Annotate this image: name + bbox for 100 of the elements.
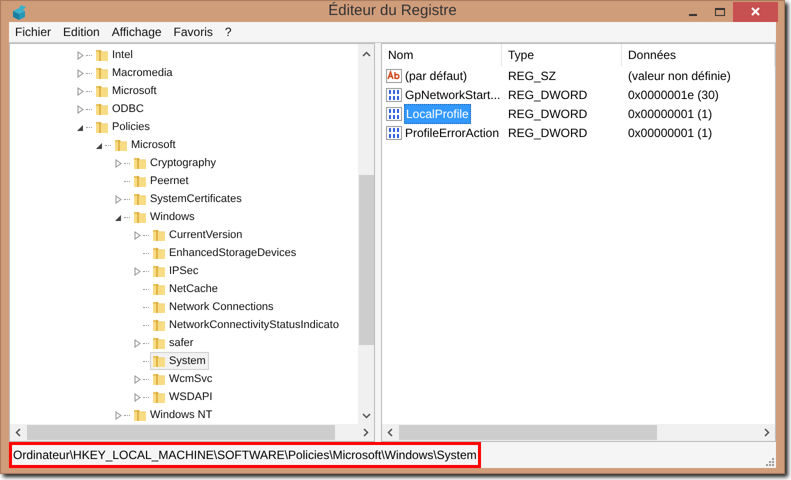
tree-label: SystemCertificates [150, 192, 242, 207]
tree-label: Windows [150, 210, 195, 225]
collapsed-arrow-icon[interactable] [76, 68, 85, 78]
folder-icon [151, 281, 167, 297]
value-data: 0x00000001 (1) [627, 106, 714, 122]
tree-label: EnhancedStorageDevices [169, 246, 296, 261]
tree-item[interactable]: NetCache [150, 280, 221, 298]
tree-label: Microsoft [131, 138, 176, 153]
horizontal-scrollbar[interactable] [10, 424, 374, 441]
collapsed-arrow-icon[interactable] [133, 392, 142, 402]
tree-item[interactable]: WcmSvc [150, 370, 216, 388]
menu-item[interactable]: Edition [59, 23, 104, 41]
tree-item[interactable]: System [150, 352, 209, 370]
tree-item[interactable]: EnhancedStorageDevices [150, 244, 300, 262]
scrollbar-thumb[interactable] [27, 425, 335, 440]
folder-icon [132, 407, 148, 423]
value-name[interactable]: GpNetworkStart... [404, 86, 502, 104]
horizontal-scrollbar[interactable] [382, 424, 775, 441]
tree-item[interactable]: CurrentVersion [150, 226, 246, 244]
tree-item[interactable]: NetworkConnectivityStatusIndicato [150, 316, 342, 334]
scrollbar-thumb[interactable] [358, 175, 374, 345]
tree-label: Windows NT [150, 408, 212, 423]
tree-item[interactable]: Windows NT [131, 406, 216, 424]
menu-item[interactable]: ? [220, 23, 236, 41]
collapsed-arrow-icon[interactable] [133, 338, 142, 348]
tree-item[interactable]: Policies [93, 118, 153, 136]
folder-icon [113, 137, 129, 153]
tree-item[interactable]: Windows [131, 208, 198, 226]
registry-app-icon [11, 2, 29, 20]
collapsed-arrow-icon[interactable] [133, 230, 142, 240]
tree-item[interactable]: SystemCertificates [131, 190, 245, 208]
tree-item[interactable]: Macromedia [93, 64, 176, 82]
value-data: 0x0000001e (30) [627, 86, 720, 104]
tree-label: System [169, 354, 206, 369]
folder-icon [94, 47, 110, 63]
menu-item[interactable]: Affichage [108, 23, 166, 41]
scroll-right-icon[interactable] [762, 428, 771, 437]
scrollbar-thumb[interactable] [399, 425, 657, 440]
folder-icon [94, 119, 110, 135]
folder-icon [151, 263, 167, 279]
collapsed-arrow-icon[interactable] [114, 410, 123, 420]
expanded-arrow-icon[interactable] [76, 122, 85, 132]
tree-item[interactable]: Cryptography [131, 154, 220, 172]
collapsed-arrow-icon[interactable] [133, 266, 142, 276]
tree-label: WcmSvc [169, 372, 212, 387]
folder-icon [151, 299, 167, 315]
menu-item[interactable]: Favoris [170, 23, 217, 41]
binary-value-icon [386, 86, 402, 102]
binary-value-icon [386, 124, 402, 140]
scroll-left-icon[interactable] [386, 428, 395, 437]
collapsed-arrow-icon[interactable] [76, 104, 85, 114]
column-header[interactable]: Données [622, 44, 775, 66]
collapsed-arrow-icon[interactable] [76, 50, 85, 60]
tree-label: Microsoft [112, 84, 157, 99]
resize-grip-icon[interactable] [766, 458, 774, 466]
folder-icon [132, 173, 148, 189]
folder-icon [151, 353, 167, 369]
value-name[interactable]: (par défaut) [404, 66, 468, 84]
binary-value-icon [386, 106, 402, 122]
tree-item[interactable]: WSDAPI [150, 388, 216, 406]
tree-label: CurrentVersion [169, 228, 242, 243]
menu-item[interactable]: Fichier [11, 23, 56, 41]
folder-icon [151, 335, 167, 351]
scroll-up-icon[interactable] [362, 50, 370, 59]
tree-label: Network Connections [169, 300, 274, 315]
collapsed-arrow-icon[interactable] [76, 86, 85, 96]
tree-item[interactable]: safer [150, 334, 196, 352]
tree-label: safer [169, 336, 194, 351]
column-header[interactable]: Type [502, 44, 622, 66]
value-type: REG_DWORD [507, 86, 588, 104]
tree-item[interactable]: Peernet [131, 172, 192, 190]
collapsed-arrow-icon[interactable] [133, 374, 142, 384]
collapsed-arrow-icon[interactable] [114, 194, 123, 204]
value-type: REG_DWORD [507, 124, 588, 142]
tree-item[interactable]: Intel [93, 46, 136, 64]
window-title: Éditeur du Registre [328, 1, 457, 22]
tree-item[interactable]: IPSec [150, 262, 202, 280]
tree-item[interactable]: Network Connections [150, 298, 277, 316]
scroll-right-icon[interactable] [361, 428, 370, 437]
column-header[interactable]: Nom [382, 44, 502, 66]
tree-item[interactable]: Microsoft [93, 82, 160, 100]
vertical-scrollbar[interactable] [358, 44, 374, 424]
folder-icon [132, 155, 148, 171]
value-type: REG_DWORD [507, 106, 588, 122]
value-name[interactable]: ProfileErrorAction [404, 124, 500, 142]
expanded-arrow-icon[interactable] [114, 212, 123, 222]
folder-icon [94, 101, 110, 117]
tree-item[interactable]: Microsoft [112, 136, 179, 154]
tree-label: Peernet [150, 174, 189, 189]
folder-icon [151, 245, 167, 261]
expanded-arrow-icon[interactable] [95, 140, 104, 150]
folder-icon [94, 83, 110, 99]
tree-label: NetworkConnectivityStatusIndicato [169, 318, 339, 333]
value-type: REG_SZ [507, 68, 558, 84]
scroll-left-icon[interactable] [14, 428, 23, 437]
tree-label: Policies [112, 120, 150, 135]
collapsed-arrow-icon[interactable] [114, 158, 123, 168]
scroll-down-icon[interactable] [362, 411, 370, 420]
tree-item[interactable]: ODBC [93, 100, 147, 118]
close-button[interactable] [733, 2, 778, 22]
